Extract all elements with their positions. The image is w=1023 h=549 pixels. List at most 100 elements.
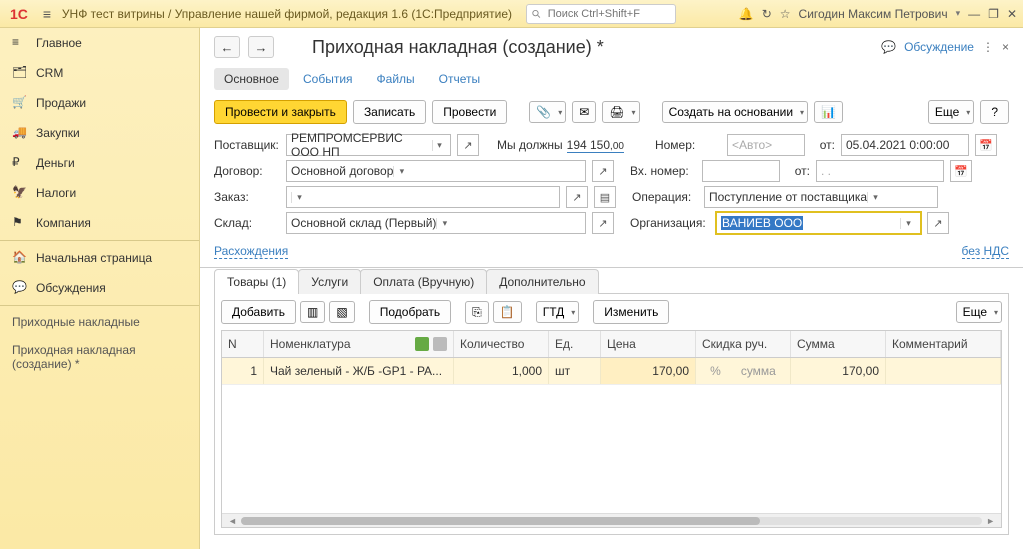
sidebar-item-crm[interactable]: 🗂CRM xyxy=(0,58,199,88)
open-supplier-button[interactable]: ↗ xyxy=(457,134,479,156)
col-unit[interactable]: Ед. xyxy=(549,331,601,357)
change-button[interactable]: Изменить xyxy=(593,300,669,324)
sidebar-history-item[interactable]: Приходные накладные xyxy=(0,308,199,336)
more-icon[interactable]: ⋮ xyxy=(982,40,994,54)
sidebar-item-sales[interactable]: 🛒Продажи xyxy=(0,88,199,118)
scroll-thumb[interactable] xyxy=(241,517,760,525)
barcode-button[interactable]: ▥ xyxy=(300,301,325,323)
open-contract-button[interactable]: ↗ xyxy=(592,160,614,182)
sidebar-item-money[interactable]: ₽Деньги xyxy=(0,148,199,178)
add-row-button[interactable]: Добавить xyxy=(221,300,296,324)
bell-icon[interactable]: 🔔 xyxy=(739,7,754,21)
scanner-button[interactable]: ▧ xyxy=(329,301,354,323)
minimize-button[interactable]: — xyxy=(968,7,980,21)
col-discount[interactable]: Скидка руч. xyxy=(696,331,791,357)
more-button[interactable]: Еще xyxy=(928,100,974,124)
org-field[interactable]: ВАНИЕВ ООО▾ xyxy=(716,212,921,234)
sidebar-history-item[interactable]: Приходная накладная (создание) * xyxy=(0,336,199,378)
cell-nom[interactable]: Чай зеленый - Ж/Б -GP1 - PA... xyxy=(264,358,454,384)
history-icon[interactable]: ↻ xyxy=(762,7,772,21)
tab-additional[interactable]: Дополнительно xyxy=(486,269,598,294)
close-button[interactable]: ✕ xyxy=(1007,7,1017,21)
sidebar-item-taxes[interactable]: 🦅Налоги xyxy=(0,178,199,208)
close-tab-button[interactable]: × xyxy=(1002,40,1009,54)
col-nomenclature[interactable]: Номенклатура xyxy=(264,331,454,357)
help-button[interactable]: ? xyxy=(980,100,1009,124)
chevron-down-icon[interactable]: ▾ xyxy=(900,218,916,229)
order-field[interactable]: ▾ xyxy=(286,186,560,208)
incdate-field[interactable]: . . xyxy=(816,160,944,182)
calendar-button[interactable]: 📅 xyxy=(975,134,997,156)
col-comment[interactable]: Комментарий xyxy=(886,331,1001,357)
tab-reports[interactable]: Отчеты xyxy=(429,68,490,90)
table-row[interactable]: 1 Чай зеленый - Ж/Б -GP1 - PA... 1,000 ш… xyxy=(222,358,1001,385)
pick-button[interactable]: Подобрать xyxy=(369,300,451,324)
post-button[interactable]: Провести xyxy=(432,100,507,124)
col-sum[interactable]: Сумма xyxy=(791,331,886,357)
sidebar-item-home[interactable]: 🏠Начальная страница xyxy=(0,243,199,273)
email-button[interactable]: ✉ xyxy=(572,101,596,123)
cell-unit[interactable]: шт xyxy=(549,358,601,384)
date-field[interactable]: 05.04.2021 0:00:00 xyxy=(841,134,969,156)
sidebar-item-company[interactable]: ⚑Компания xyxy=(0,208,199,238)
open-warehouse-button[interactable]: ↗ xyxy=(592,212,614,234)
table-more-button[interactable]: Еще xyxy=(956,301,1002,323)
report-struct-button[interactable]: 📊 xyxy=(814,101,843,123)
back-button[interactable]: ← xyxy=(214,36,240,58)
print-button[interactable]: 🖨 xyxy=(602,101,639,123)
order-list-button[interactable]: ▤ xyxy=(594,186,616,208)
restore-button[interactable]: ❐ xyxy=(988,7,999,21)
tab-payment[interactable]: Оплата (Вручную) xyxy=(360,269,487,294)
write-button[interactable]: Записать xyxy=(353,100,426,124)
attach-button[interactable]: 📎 xyxy=(529,101,566,123)
search-input[interactable] xyxy=(546,7,671,21)
forward-button[interactable]: → xyxy=(248,36,274,58)
incnum-field[interactable] xyxy=(702,160,780,182)
copy-button[interactable]: ⎘ xyxy=(465,301,489,324)
create-from-button[interactable]: Создать на основании xyxy=(662,101,809,123)
sidebar-item-discussions[interactable]: 💬Обсуждения xyxy=(0,273,199,303)
gtd-button[interactable]: ГТД xyxy=(536,301,580,323)
col-qty[interactable]: Количество xyxy=(454,331,549,357)
user-menu-chevron-icon[interactable]: ▾ xyxy=(956,8,961,19)
chevron-down-icon[interactable]: ▾ xyxy=(432,140,446,151)
col-price[interactable]: Цена xyxy=(601,331,696,357)
open-order-button[interactable]: ↗ xyxy=(566,186,588,208)
chevron-down-icon[interactable]: ▾ xyxy=(291,192,307,203)
menu-icon[interactable]: ≡ xyxy=(36,3,58,25)
chevron-down-icon[interactable]: ▾ xyxy=(436,218,452,229)
novat-link[interactable]: без НДС xyxy=(962,244,1009,259)
paste-button[interactable]: 📋 xyxy=(493,301,522,323)
tab-services[interactable]: Услуги xyxy=(298,269,361,294)
chevron-down-icon[interactable]: ▾ xyxy=(393,166,409,177)
discuss-link[interactable]: Обсуждение xyxy=(904,40,974,54)
user-name[interactable]: Сигодин Максим Петрович xyxy=(799,7,948,21)
cell-comment[interactable] xyxy=(886,358,1001,384)
contract-field[interactable]: Основной договор▾ xyxy=(286,160,586,182)
sidebar-item-main[interactable]: ≡Главное xyxy=(0,28,199,58)
open-org-button[interactable]: ↗ xyxy=(927,212,949,234)
number-field[interactable]: <Авто> xyxy=(727,134,805,156)
op-field[interactable]: Поступление от поставщика▾ xyxy=(704,186,938,208)
tab-main[interactable]: Основное xyxy=(214,68,289,90)
chevron-down-icon[interactable]: ▾ xyxy=(867,192,883,203)
col-n[interactable]: N xyxy=(222,331,264,357)
discrepancies-link[interactable]: Расхождения xyxy=(214,244,288,259)
cell-price[interactable]: 170,00 xyxy=(601,358,696,384)
warehouse-field[interactable]: Основной склад (Первый)▾ xyxy=(286,212,586,234)
cell-sum[interactable]: 170,00 xyxy=(791,358,886,384)
post-and-close-button[interactable]: Провести и закрыть xyxy=(214,100,347,124)
tab-goods[interactable]: Товары (1) xyxy=(214,269,299,294)
sidebar-item-purchases[interactable]: 🚚Закупки xyxy=(0,118,199,148)
cell-discount[interactable]: %сумма xyxy=(696,358,791,384)
tab-files[interactable]: Файлы xyxy=(367,68,425,90)
horizontal-scrollbar[interactable]: ◄ ► xyxy=(222,513,1001,527)
cell-n[interactable]: 1 xyxy=(222,358,264,384)
star-icon[interactable]: ☆ xyxy=(780,7,791,21)
search-box[interactable] xyxy=(526,4,676,24)
calendar-button[interactable]: 📅 xyxy=(950,160,972,182)
supplier-field[interactable]: РЕМПРОМСЕРВИС ООО НП▾ xyxy=(286,134,451,156)
tab-events[interactable]: События xyxy=(293,68,363,90)
debt-link[interactable]: 194 150,00 xyxy=(567,138,624,153)
cell-qty[interactable]: 1,000 xyxy=(454,358,549,384)
